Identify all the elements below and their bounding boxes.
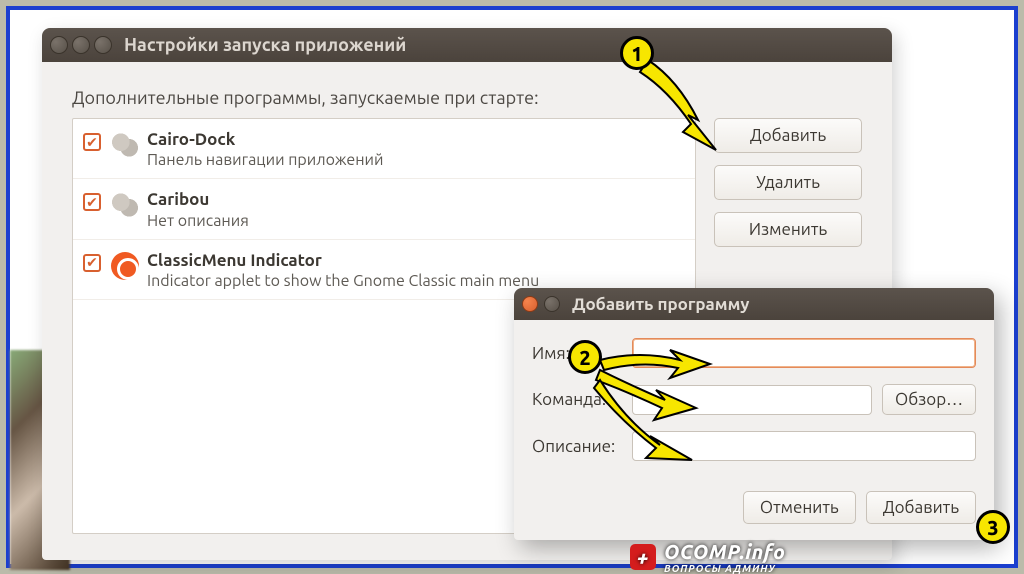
- plus-icon: +: [630, 544, 656, 570]
- item-desc: Нет описания: [147, 211, 249, 231]
- main-titlebar: Настройки запуска приложений: [42, 28, 892, 62]
- item-title: Caribou: [147, 189, 249, 210]
- item-desc: Панель навигации приложений: [147, 150, 383, 170]
- checkbox-icon[interactable]: [83, 254, 101, 272]
- annotation-badge-1: 1: [620, 36, 654, 70]
- annotation-badge-3: 3: [976, 510, 1010, 544]
- list-item[interactable]: Caribou Нет описания: [73, 179, 695, 239]
- checkbox-icon[interactable]: [83, 133, 101, 151]
- annotation-badge-2: 2: [568, 340, 602, 374]
- cancel-button[interactable]: Отменить: [743, 491, 856, 524]
- browse-button[interactable]: Обзор…: [882, 384, 976, 415]
- gears-icon: [111, 131, 139, 159]
- dialog-maximize-icon[interactable]: [544, 296, 560, 312]
- item-title: ClassicMenu Indicator: [147, 250, 539, 271]
- list-item[interactable]: Cairo-Dock Панель навигации приложений: [73, 119, 695, 179]
- watermark: + OCOMP.info ВОПРОСЫ АДМИНУ: [630, 540, 785, 574]
- main-window-title: Настройки запуска приложений: [124, 35, 406, 55]
- dialog-titlebar: Добавить программу: [514, 288, 994, 320]
- watermark-brand: OCOMP.info: [664, 540, 785, 563]
- item-desc: Indicator applet to show the Gnome Class…: [147, 271, 539, 291]
- dialog-add-button[interactable]: Добавить: [866, 491, 976, 524]
- edit-button[interactable]: Изменить: [714, 212, 862, 247]
- checkbox-icon[interactable]: [83, 193, 101, 211]
- watermark-sub: ВОПРОСЫ АДМИНУ: [664, 563, 785, 574]
- remove-button[interactable]: Удалить: [714, 165, 862, 200]
- gears-icon: [111, 191, 139, 219]
- window-minimize-icon[interactable]: [72, 36, 90, 54]
- dialog-close-icon[interactable]: [522, 296, 538, 312]
- window-maximize-icon[interactable]: [94, 36, 112, 54]
- ubuntu-icon: [111, 252, 139, 280]
- list-caption: Дополнительные программы, запускаемые пр…: [72, 88, 862, 108]
- dialog-title: Добавить программу: [572, 295, 749, 314]
- window-close-icon[interactable]: [50, 36, 68, 54]
- item-title: Cairo-Dock: [147, 129, 383, 150]
